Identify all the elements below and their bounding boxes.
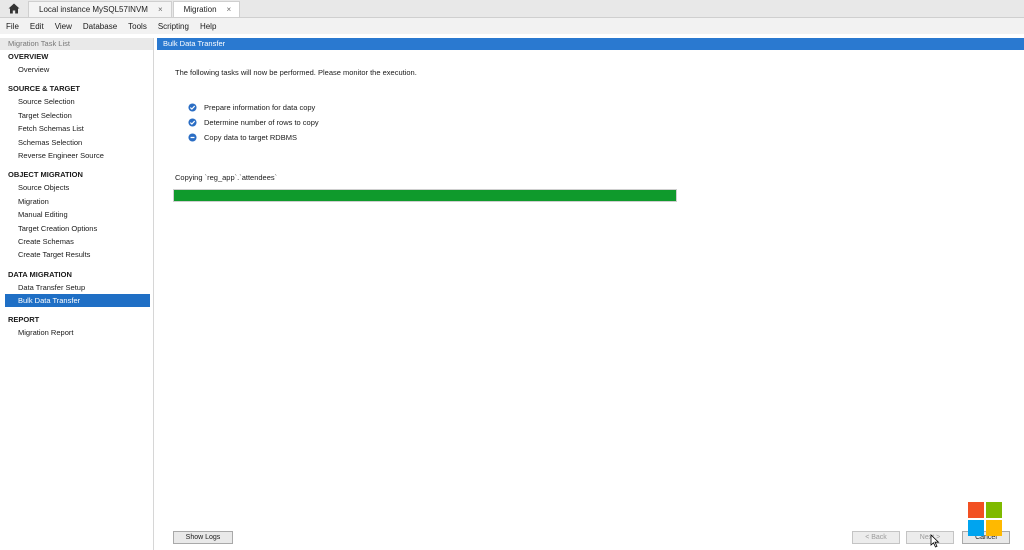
home-icon [8, 3, 20, 13]
task-label: Determine number of rows to copy [204, 118, 319, 127]
menu-database[interactable]: Database [83, 22, 117, 31]
check-circle-icon [188, 118, 197, 127]
task-item: Determine number of rows to copy [188, 115, 319, 130]
sidebar-item-schemas-selection[interactable]: Schemas Selection [0, 136, 150, 149]
tab-label: Local instance MySQL57INVM [39, 5, 148, 14]
close-icon[interactable]: × [158, 5, 163, 14]
sidebar-item-overview[interactable]: Overview [0, 63, 150, 76]
section-overview: OVERVIEW [8, 52, 49, 61]
sidebar-item-create-target-results[interactable]: Create Target Results [0, 248, 150, 261]
mouse-cursor-icon [930, 534, 940, 548]
task-label: Copy data to target RDBMS [204, 133, 297, 142]
menu-scripting[interactable]: Scripting [158, 22, 189, 31]
sidebar-item-create-schemas[interactable]: Create Schemas [0, 235, 150, 248]
section-data-migration: DATA MIGRATION [8, 269, 72, 279]
menu-file[interactable]: File [6, 22, 19, 31]
show-logs-button[interactable]: Show Logs [173, 531, 233, 544]
sidebar-item-manual-editing[interactable]: Manual Editing [0, 208, 150, 221]
menu-view[interactable]: View [55, 22, 72, 31]
task-label: Prepare information for data copy [204, 103, 316, 112]
section-report: REPORT [8, 315, 40, 325]
task-item: Prepare information for data copy [188, 100, 319, 115]
progress-bar [173, 189, 677, 202]
tab-bar: Local instance MySQL57INVM × Migration × [0, 0, 1024, 18]
menu-bar: File Edit View Database Tools Scripting … [0, 18, 1024, 34]
section-object-migration: OBJECT MIGRATION [8, 170, 83, 180]
sidebar-item-reverse-engineer-source[interactable]: Reverse Engineer Source [0, 149, 150, 162]
sidebar-item-migration[interactable]: Migration [0, 195, 150, 208]
sidebar-header: Migration Task List [0, 38, 153, 50]
sidebar-item-bulk-data-transfer[interactable]: Bulk Data Transfer [5, 294, 150, 308]
close-icon[interactable]: × [227, 5, 232, 14]
sidebar-item-target-creation-options[interactable]: Target Creation Options [0, 222, 150, 235]
sidebar-item-source-selection[interactable]: Source Selection [0, 95, 150, 108]
back-button[interactable]: < Back [852, 531, 900, 544]
menu-edit[interactable]: Edit [30, 22, 44, 31]
tab-migration[interactable]: Migration × [172, 1, 241, 17]
menu-tools[interactable]: Tools [128, 22, 147, 31]
sidebar-item-migration-report[interactable]: Migration Report [0, 326, 150, 339]
task-item: Copy data to target RDBMS [188, 130, 319, 145]
section-source-target: SOURCE & TARGET [8, 84, 80, 94]
check-circle-icon [188, 103, 197, 112]
task-list: Prepare information for data copy Determ… [188, 100, 319, 145]
sidebar-item-data-transfer-setup[interactable]: Data Transfer Setup [0, 281, 150, 294]
home-tab[interactable] [0, 0, 28, 17]
sidebar-item-fetch-schemas-list[interactable]: Fetch Schemas List [0, 122, 150, 135]
tab-local-instance[interactable]: Local instance MySQL57INVM × [28, 1, 172, 17]
windows-logo-icon [968, 502, 1002, 536]
sidebar-item-source-objects[interactable]: Source Objects [0, 181, 150, 194]
tab-label: Migration [183, 5, 217, 14]
running-circle-icon [188, 133, 197, 142]
progress-fill [174, 190, 676, 201]
sidebar-item-target-selection[interactable]: Target Selection [0, 109, 150, 122]
intro-text: The following tasks will now be performe… [175, 68, 417, 77]
migration-task-list: Migration Task List OVERVIEW Overview SO… [0, 38, 154, 550]
copying-status: Copying `reg_app`.`attendees` [175, 173, 278, 182]
page-title: Bulk Data Transfer [157, 38, 1024, 50]
menu-help[interactable]: Help [200, 22, 216, 31]
